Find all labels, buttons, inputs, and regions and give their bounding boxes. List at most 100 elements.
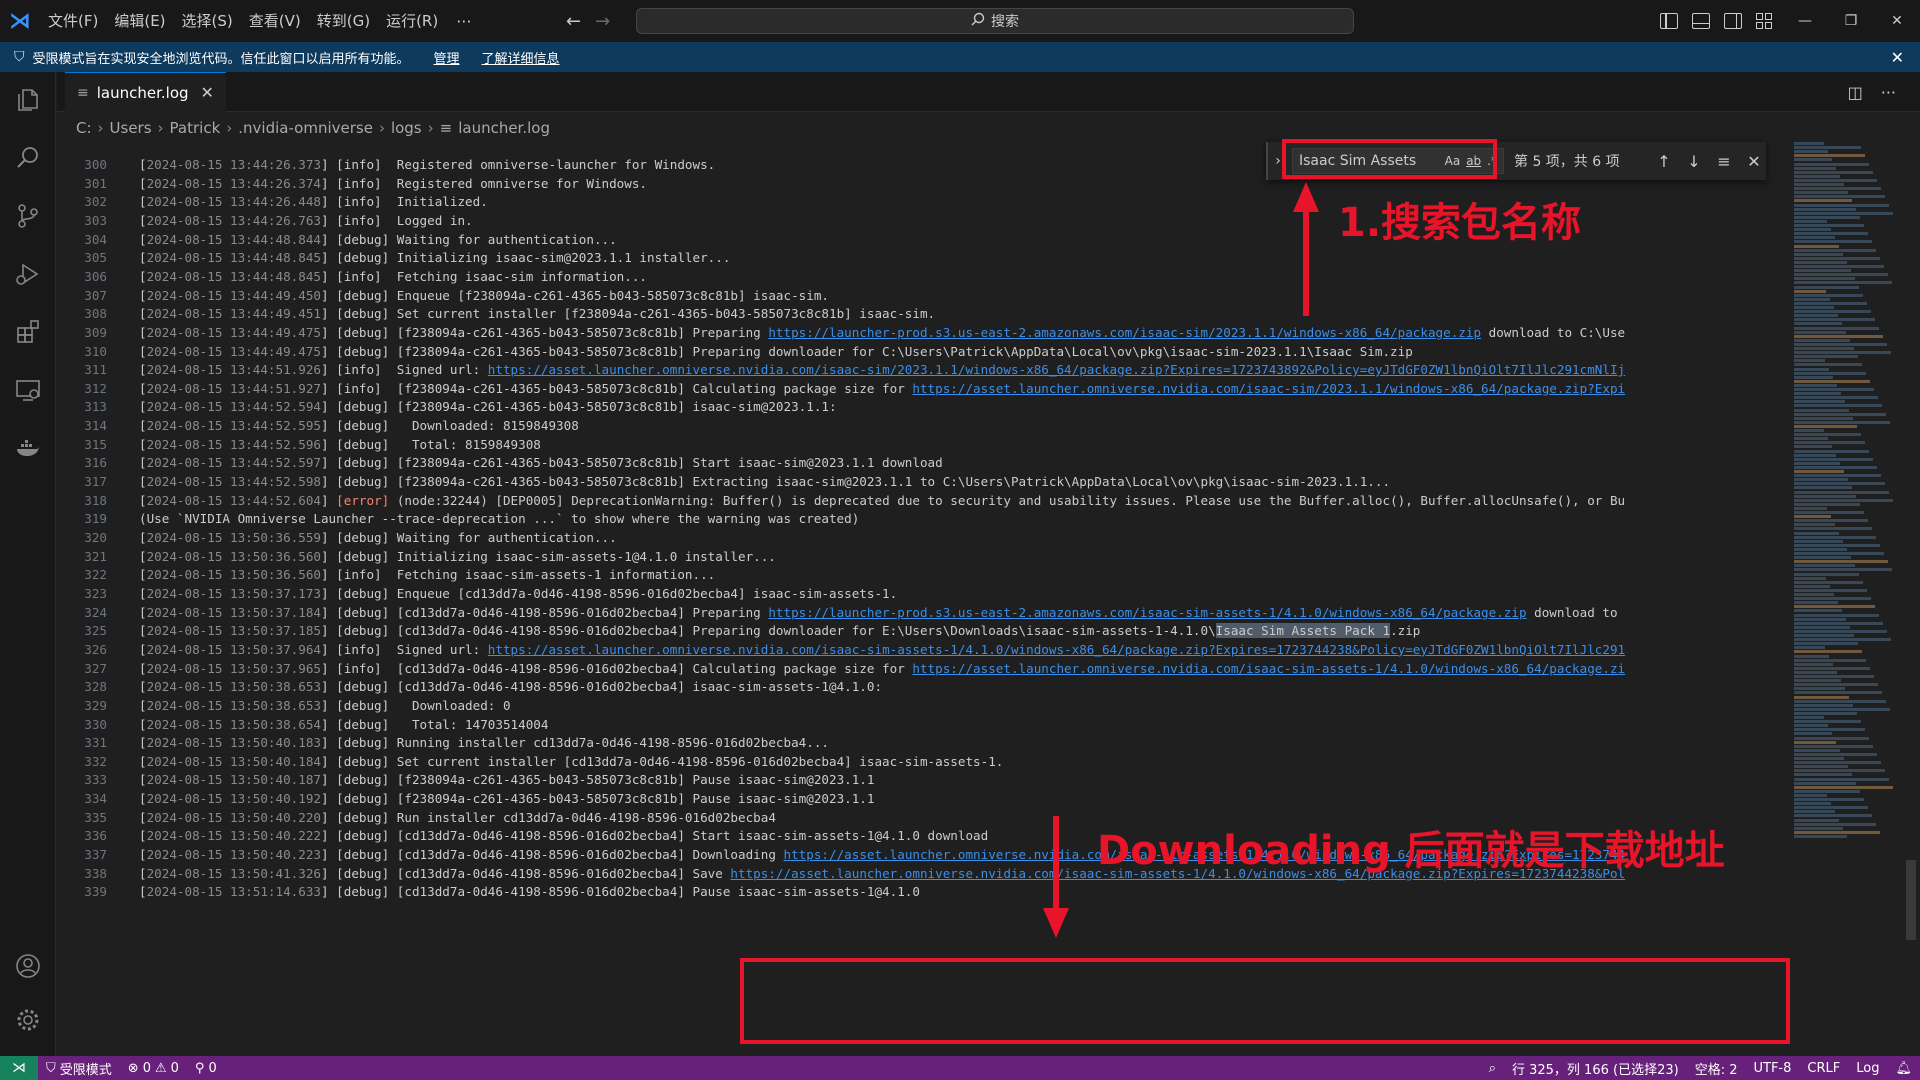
minimap-line [1794, 765, 1848, 769]
search-icon[interactable] [14, 144, 42, 172]
code-line[interactable]: 332 [2024-08-15 13:50:40.184] [debug] Set… [57, 753, 1790, 772]
code-line[interactable]: 313 [2024-08-15 13:44:52.594] [debug] [f2… [57, 398, 1790, 417]
docker-icon[interactable] [14, 434, 42, 462]
minimap-line [1794, 347, 1854, 350]
end-of-line[interactable]: CRLF [1799, 1061, 1848, 1076]
code-line[interactable]: 328 [2024-08-15 13:50:38.653] [debug] [cd… [57, 678, 1790, 697]
code-line[interactable]: 321 [2024-08-15 13:50:36.560] [debug] Ini… [57, 548, 1790, 567]
code-line[interactable]: 314 [2024-08-15 13:44:52.595] [debug] Dow… [57, 417, 1790, 436]
toggle-secondary-sidebar-icon[interactable] [1724, 13, 1742, 29]
remote-indicator-icon[interactable]: ⋊ [0, 1056, 38, 1080]
menu-selection[interactable]: 选择(S) [174, 0, 241, 42]
code-line[interactable]: 306 [2024-08-15 13:44:48.845] [info] Fetc… [57, 268, 1790, 287]
banner-learn-more-link[interactable]: 了解详细信息 [482, 48, 560, 67]
command-center-search[interactable]: 搜索 [636, 8, 1354, 34]
code-line[interactable]: 322 [2024-08-15 13:50:36.560] [info] Fetc… [57, 566, 1790, 585]
code-line[interactable]: 330 [2024-08-15 13:50:38.654] [debug] Tot… [57, 716, 1790, 735]
banner-manage-link[interactable]: 管理 [434, 48, 460, 67]
minimap-line [1794, 703, 1853, 707]
encoding[interactable]: UTF-8 [1746, 1061, 1800, 1076]
minimap-line [1794, 211, 1893, 215]
menu-file[interactable]: 文件(F) [40, 0, 106, 42]
menu-more-button[interactable]: ··· [446, 12, 481, 31]
minimize-icon[interactable]: — [1782, 0, 1828, 42]
breadcrumb-file[interactable]: launcher.log [458, 119, 550, 137]
menu-go[interactable]: 转到(G) [309, 0, 378, 42]
code-line[interactable]: 317 [2024-08-15 13:44:52.598] [debug] [f2… [57, 473, 1790, 492]
code-line[interactable]: 310 [2024-08-15 13:44:49.475] [debug] [f2… [57, 343, 1790, 362]
breadcrumb-users[interactable]: Users [110, 119, 152, 137]
accounts-icon[interactable] [14, 952, 42, 980]
cursor-position[interactable]: 行 325，列 166 (已选择23) [1504, 1059, 1687, 1078]
tab-close-icon[interactable]: ✕ [201, 83, 214, 102]
minimap-line [1794, 814, 1872, 818]
ports-status[interactable]: ⚲ 0 [187, 1061, 225, 1076]
menu-edit[interactable]: 编辑(E) [106, 0, 173, 42]
next-match-arrow-icon[interactable]: ↓ [1682, 152, 1706, 171]
breadcrumb-drive[interactable]: C: [76, 119, 92, 137]
minimap[interactable] [1790, 142, 1902, 842]
code-line[interactable]: 331 [2024-08-15 13:50:40.183] [debug] Run… [57, 734, 1790, 753]
code-line[interactable]: 323 [2024-08-15 13:50:37.173] [debug] Enq… [57, 585, 1790, 604]
editor-content[interactable]: 300 [2024-08-15 13:44:26.373] [info] Regi… [57, 142, 1790, 1056]
scrollbar-thumb[interactable] [1906, 860, 1916, 940]
notifications-bell-icon[interactable]: 🔔︎ [1887, 1061, 1920, 1076]
problems-status[interactable]: ⊗ 0 ⚠ 0 [120, 1061, 187, 1076]
back-arrow-icon[interactable]: ← [566, 11, 581, 32]
code-line[interactable]: 315 [2024-08-15 13:44:52.596] [debug] Tot… [57, 436, 1790, 455]
line-number: 322 [84, 567, 107, 583]
code-line[interactable]: 309 [2024-08-15 13:44:49.475] [debug] [f2… [57, 324, 1790, 343]
minimap-line [1794, 449, 1869, 453]
forward-arrow-icon[interactable]: → [595, 11, 610, 32]
minimap-line [1794, 371, 1866, 375]
code-line[interactable]: 325 [2024-08-15 13:50:37.185] [debug] [cd… [57, 622, 1790, 641]
minimap-line [1794, 314, 1838, 318]
banner-close-icon[interactable]: ✕ [1891, 48, 1904, 67]
toggle-primary-sidebar-icon[interactable] [1660, 13, 1678, 29]
more-actions-icon[interactable]: ··· [1881, 83, 1896, 102]
minimap-line [1794, 244, 1839, 248]
explorer-icon[interactable] [14, 86, 42, 114]
breadcrumb-nvidia-omniverse[interactable]: .nvidia-omniverse [238, 119, 373, 137]
tab-launcher-log[interactable]: ≡ launcher.log ✕ [65, 72, 226, 112]
extensions-icon[interactable] [14, 318, 42, 346]
menu-run[interactable]: 运行(R) [378, 0, 446, 42]
code-line[interactable]: 324 [2024-08-15 13:50:37.184] [debug] [cd… [57, 604, 1790, 623]
code-line[interactable]: 320 [2024-08-15 13:50:36.559] [debug] Wai… [57, 529, 1790, 548]
minimap-line [1794, 437, 1828, 441]
code-line[interactable]: 307 [2024-08-15 13:44:49.450] [debug] Enq… [57, 287, 1790, 306]
previous-match-arrow-icon[interactable]: ↑ [1652, 152, 1676, 171]
code-line[interactable]: 334 [2024-08-15 13:50:40.192] [debug] [f2… [57, 790, 1790, 809]
code-line[interactable]: 339 [2024-08-15 13:51:14.633] [debug] [cd… [57, 883, 1790, 902]
restore-icon[interactable]: ❐ [1828, 0, 1874, 42]
code-line[interactable]: 326 [2024-08-15 13:50:37.964] [info] Sign… [57, 641, 1790, 660]
code-line[interactable]: 327 [2024-08-15 13:50:37.965] [info] [cd1… [57, 660, 1790, 679]
code-line[interactable]: 329 [2024-08-15 13:50:38.653] [debug] Dow… [57, 697, 1790, 716]
settings-gear-icon[interactable] [14, 1006, 42, 1034]
code-line[interactable]: 333 [2024-08-15 13:50:40.187] [debug] [f2… [57, 771, 1790, 790]
code-line[interactable]: 312 [2024-08-15 13:44:51.927] [info] [f23… [57, 380, 1790, 399]
find-in-selection-icon[interactable]: ≡ [1712, 152, 1736, 171]
restricted-mode-status[interactable]: ⛉ 受限模式 [38, 1059, 120, 1078]
minimap-line [1794, 539, 1843, 543]
code-line[interactable]: 316 [2024-08-15 13:44:52.597] [debug] [f2… [57, 454, 1790, 473]
source-control-icon[interactable] [14, 202, 42, 230]
code-line[interactable]: 305 [2024-08-15 13:44:48.845] [debug] Ini… [57, 249, 1790, 268]
breadcrumb-logs[interactable]: logs [391, 119, 422, 137]
language-mode[interactable]: Log [1848, 1061, 1887, 1076]
code-line[interactable]: 308 [2024-08-15 13:44:49.451] [debug] Set… [57, 305, 1790, 324]
close-find-icon[interactable]: ✕ [1742, 152, 1766, 171]
customize-layout-icon[interactable] [1756, 13, 1774, 29]
breadcrumb-patrick[interactable]: Patrick [170, 119, 221, 137]
run-debug-icon[interactable] [14, 260, 42, 288]
toggle-panel-icon[interactable] [1692, 13, 1710, 29]
menu-view[interactable]: 查看(V) [241, 0, 309, 42]
code-line[interactable]: 318 [2024-08-15 13:44:52.604] [error] (no… [57, 492, 1790, 511]
code-line[interactable]: 319 (Use `NVIDIA Omniverse Launcher --tra… [57, 510, 1790, 529]
split-editor-icon[interactable]: ◫ [1848, 83, 1863, 102]
code-line[interactable]: 311 [2024-08-15 13:44:51.926] [info] Sign… [57, 361, 1790, 380]
indentation[interactable]: 空格: 2 [1687, 1059, 1746, 1078]
zoom-icon[interactable]: ⌕ [1481, 1061, 1504, 1076]
remote-explorer-icon[interactable] [14, 376, 42, 404]
window-close-icon[interactable]: ✕ [1874, 0, 1920, 42]
